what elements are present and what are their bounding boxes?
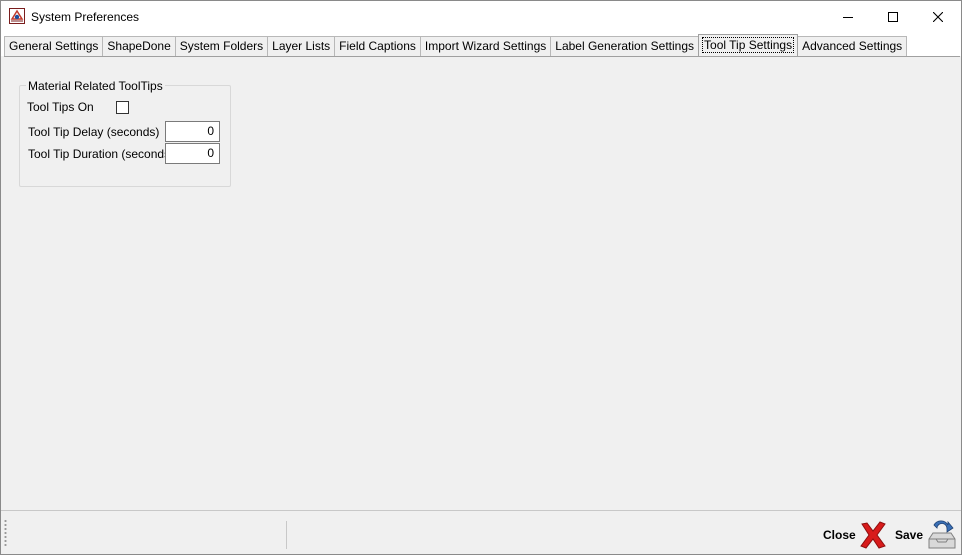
tab-label-generation-settings[interactable]: Label Generation Settings xyxy=(550,36,700,56)
tab-label: Layer Lists xyxy=(272,39,331,53)
tooltips-on-label: Tool Tips On xyxy=(27,100,94,114)
toolbar-grip-handle[interactable] xyxy=(4,519,7,547)
tab-import-wizard-settings[interactable]: Import Wizard Settings xyxy=(419,36,552,56)
app-icon xyxy=(9,8,25,24)
duration-input[interactable]: 0 xyxy=(165,143,220,164)
close-icon xyxy=(933,11,943,22)
tab-label: Advanced Settings xyxy=(802,39,903,53)
tab-strip: General Settings ShapeDone System Folder… xyxy=(1,32,961,56)
red-x-icon[interactable] xyxy=(858,521,888,549)
close-window-button[interactable] xyxy=(915,1,961,32)
tab-label: Tool Tip Settings xyxy=(702,37,795,53)
tab-label: Field Captions xyxy=(339,39,416,53)
window-title: System Preferences xyxy=(31,10,140,24)
tab-label: Import Wizard Settings xyxy=(424,39,547,53)
save-button-label[interactable]: Save xyxy=(895,528,923,542)
delay-label: Tool Tip Delay (seconds) xyxy=(28,125,160,139)
tab-label: System Folders xyxy=(179,39,264,53)
tooltips-groupbox: Material Related ToolTips Tool Tips On T… xyxy=(19,79,231,187)
tab-field-captions[interactable]: Field Captions xyxy=(334,36,421,56)
tab-general-settings[interactable]: General Settings xyxy=(4,36,104,56)
tab-shapedone[interactable]: ShapeDone xyxy=(102,36,176,56)
duration-label: Tool Tip Duration (seconds) xyxy=(28,147,175,161)
toolbar-separator xyxy=(286,521,287,549)
maximize-button[interactable] xyxy=(870,1,916,32)
title-bar[interactable]: System Preferences xyxy=(1,1,961,32)
tab-content-panel: Material Related ToolTips Tool Tips On T… xyxy=(4,56,960,510)
tab-layer-lists[interactable]: Layer Lists xyxy=(267,36,336,56)
bottom-toolbar: Close Save xyxy=(1,510,961,554)
close-button-label[interactable]: Close xyxy=(823,528,856,542)
save-tray-icon[interactable] xyxy=(926,519,958,551)
groupbox-legend: Material Related ToolTips xyxy=(26,79,165,93)
maximize-icon xyxy=(888,11,898,22)
tab-label: General Settings xyxy=(9,39,99,53)
delay-input[interactable]: 0 xyxy=(165,121,220,142)
system-preferences-window: System Preferences General Settings Shap… xyxy=(0,0,962,555)
tab-system-folders[interactable]: System Folders xyxy=(174,36,269,56)
tab-tool-tip-settings[interactable]: Tool Tip Settings xyxy=(698,34,799,56)
minimize-button[interactable] xyxy=(825,1,871,32)
minimize-icon xyxy=(843,16,853,18)
tooltips-on-checkbox[interactable] xyxy=(116,101,129,114)
tab-label: ShapeDone xyxy=(107,39,171,53)
tab-label: Label Generation Settings xyxy=(555,39,695,53)
tab-advanced-settings[interactable]: Advanced Settings xyxy=(797,36,908,56)
